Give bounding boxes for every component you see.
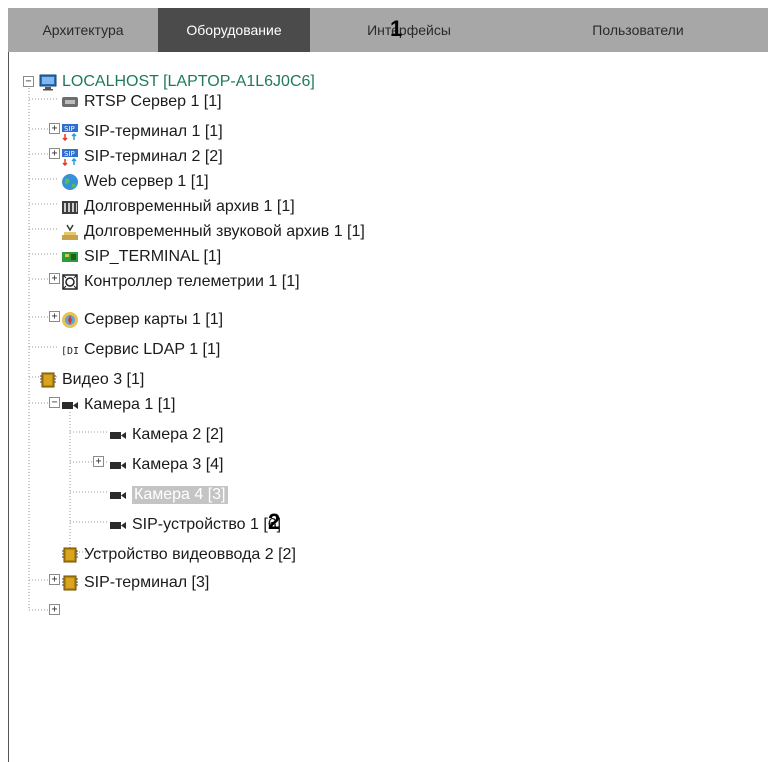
tree-item-label: Видео 3 [1] [62,371,145,388]
tree-item-label: RTSP Сервер 1 [1] [84,93,222,110]
tree-item-label: Web сервер 1 [1] [84,173,209,190]
tab-interfaces[interactable]: Интерфейсы [310,8,508,52]
expand-toggle-sip-terminal-2[interactable]: + [49,148,60,159]
tree-item[interactable]: Долговременный звуковой архив 1 [1] [61,220,365,244]
camera-icon [109,456,127,474]
callout-1: 1 [390,16,403,41]
tab-equipment[interactable]: Оборудование [158,8,310,52]
tab-bar: Архитектура Оборудование Интерфейсы Поль… [8,8,768,52]
tree-item-label: SIP-устройство 1 [6] [132,516,282,533]
tree-item-label: Долговременный звуковой архив 1 [1] [84,223,365,240]
computer-icon [39,73,57,91]
tree-item-label: SIP-терминал 1 [1] [84,123,223,140]
tree-item[interactable]: Камера 2 [2] [109,423,224,447]
telemetry-icon [61,273,79,291]
map-server-icon [61,311,79,329]
tree-item[interactable]: SIP SIP-терминал 2 [2] [61,145,223,169]
video-chip-icon [39,371,57,389]
archive-icon [61,198,79,216]
tree-item-label: SIP_TERMINAL [1] [84,248,222,265]
expand-toggle-sip-terminal-1[interactable]: + [49,123,60,134]
callout-2: 2 [268,509,281,534]
tree-item[interactable]: Устройство видеоввода 2 [2] [61,543,296,567]
expand-toggle-telemetry[interactable]: + [49,311,60,322]
sip-terminal-icon: SIP [61,123,79,142]
svg-text:[DI]: [DI] [61,346,79,357]
video-chip-icon [61,574,79,592]
board-icon [61,248,79,266]
tree-item[interactable]: [DI] Сервис LDAP 1 [1] [61,338,220,362]
tree-item-label: Камера 1 [1] [84,396,176,413]
tree-item[interactable]: Камера 4 [3] [109,483,228,507]
camera-icon [109,486,127,504]
video-chip-icon [61,546,79,564]
audio-archive-icon [61,223,79,241]
tab-users[interactable]: Пользователи [508,8,768,52]
tree-item-label: Долговременный архив 1 [1] [84,198,295,215]
tree-item-label: Камера 3 [4] [132,456,224,473]
tree-item-label: Устройство видеоввода 2 [2] [84,546,296,563]
clipped-document-text [0,0,776,8]
tree-item[interactable]: RTSP Сервер 1 [1] [61,90,222,114]
tab-architecture[interactable]: Архитектура [8,8,158,52]
tree-item[interactable]: Сервер карты 1 [1] [61,308,223,332]
tree-item[interactable]: Контроллер телеметрии 1 [1] [61,270,300,294]
tree-item[interactable]: Камера 1 [1] [61,393,176,417]
tree-item[interactable]: Видео 3 [1] [39,368,144,392]
globe-icon [61,173,79,191]
tree-item[interactable]: Камера 3 [4] [109,453,224,477]
expand-toggle-camera-2[interactable]: + [93,456,104,467]
expand-toggle-sip-terminal-3[interactable]: + [49,604,60,615]
svg-text:SIP: SIP [64,150,75,158]
tree-item[interactable]: SIP-устройство 1 [6] [109,513,281,537]
tree-item-label: SIP-терминал [3] [84,574,210,591]
tree-item-label: Камера 4 [3] [132,486,228,504]
tree-item[interactable]: Долговременный архив 1 [1] [61,195,295,219]
tree-item[interactable]: Web сервер 1 [1] [61,170,209,194]
hardware-tree-panel: − + + + + − + + + LOCALHOST [LAPTOP-A1L6… [8,52,768,762]
svg-text:SIP: SIP [64,125,75,133]
collapse-toggle-root[interactable]: − [23,76,34,87]
collapse-toggle-video-3[interactable]: − [49,397,60,408]
rtsp-server-icon [61,93,79,111]
tree-item-label: Сервис LDAP 1 [1] [84,341,221,358]
camera-icon [109,426,127,444]
tree-item-label: SIP-терминал 2 [2] [84,148,223,165]
expand-toggle-sip-terminal[interactable]: + [49,273,60,284]
expand-toggle-video-input-2[interactable]: + [49,574,60,585]
tree-item-label: Камера 2 [2] [132,426,224,443]
ldap-icon: [DI] [61,341,85,359]
camera-icon [109,516,127,534]
tree-item[interactable]: SIP SIP-терминал 1 [1] [61,120,223,144]
tree-item[interactable]: SIP-терминал [3] [61,571,209,595]
tree-item-label: Сервер карты 1 [1] [84,311,224,328]
sip-terminal-icon: SIP [61,148,79,167]
hardware-tree: − + + + + − + + + LOCALHOST [LAPTOP-A1L6… [9,52,769,762]
camera-icon [61,396,79,414]
tree-item[interactable]: SIP_TERMINAL [1] [61,245,221,269]
tree-item-label: Контроллер телеметрии 1 [1] [84,273,300,290]
tree-item-label: LOCALHOST [LAPTOP-A1L6J0C6] [62,73,315,90]
